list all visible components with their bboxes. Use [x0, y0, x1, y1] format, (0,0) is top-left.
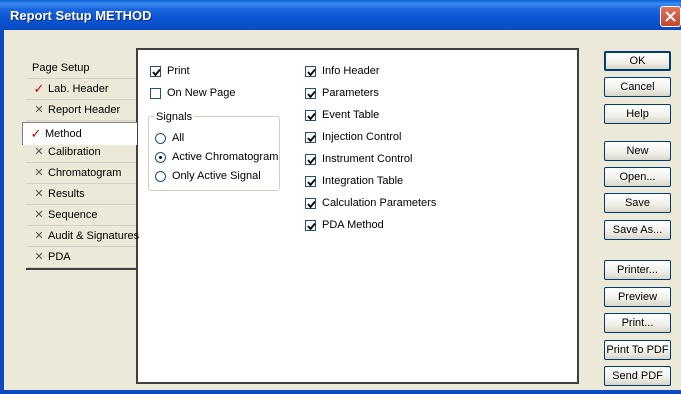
- title-bar[interactable]: Report Setup METHOD: [0, 0, 681, 30]
- on-new-page-label: On New Page: [167, 87, 236, 99]
- checkbox-box: [305, 154, 316, 165]
- checkmark-icon: [307, 68, 316, 77]
- close-icon: [665, 11, 676, 22]
- print-button[interactable]: Print...: [604, 313, 671, 333]
- checkmark-icon: [152, 68, 161, 77]
- checkbox-box: [305, 132, 316, 143]
- checkbox-box: [305, 110, 316, 121]
- print-to-pdf-button[interactable]: Print To PDF: [604, 340, 671, 360]
- tab-label: Lab. Header: [48, 83, 109, 95]
- signals-group-title: Signals: [154, 111, 195, 123]
- check-mark-icon: ✓: [33, 81, 45, 96]
- tab-calibration[interactable]: ✕ Calibration: [26, 142, 136, 163]
- section-label: Info Header: [322, 65, 380, 77]
- tab-audit-signatures[interactable]: ✕ Audit & Signatures: [26, 226, 140, 247]
- tab-sequence[interactable]: ✕ Sequence: [26, 205, 136, 226]
- cross-mark-icon: ✕: [34, 146, 44, 158]
- cross-mark-icon: ✕: [34, 230, 44, 242]
- window-border-bottom: [0, 390, 681, 394]
- radio-circle: [155, 171, 166, 182]
- cross-mark-icon: ✕: [34, 167, 44, 179]
- checkmark-icon: [307, 134, 316, 143]
- cross-mark-icon: ✕: [34, 188, 44, 200]
- tab-label: Audit & Signatures: [48, 230, 140, 242]
- help-button[interactable]: Help: [604, 104, 671, 124]
- printer-button[interactable]: Printer...: [604, 260, 671, 280]
- checkbox-box: [305, 220, 316, 231]
- checkmark-icon: [307, 178, 316, 187]
- window-title: Report Setup METHOD: [10, 8, 152, 23]
- checkmark-icon: [307, 222, 316, 231]
- section-label: PDA Method: [322, 219, 384, 231]
- tab-lab-header[interactable]: ✓ Lab. Header: [26, 79, 136, 100]
- tab-label: Method: [45, 128, 82, 140]
- radio-selected-dot: [159, 156, 162, 159]
- checkbox-box: [150, 88, 161, 99]
- save-as-button[interactable]: Save As...: [604, 220, 671, 240]
- radio-label: All: [172, 132, 185, 144]
- tab-method[interactable]: ✓ Method: [22, 122, 137, 145]
- tab-results[interactable]: ✕ Results: [26, 184, 136, 205]
- section-label: Integration Table: [322, 175, 404, 187]
- preview-button[interactable]: Preview: [604, 287, 671, 307]
- send-pdf-button[interactable]: Send PDF: [604, 366, 671, 386]
- checkbox-box: [305, 88, 316, 99]
- ok-button[interactable]: OK: [604, 51, 671, 71]
- section-label: Parameters: [322, 87, 379, 99]
- checkmark-icon: [307, 112, 316, 121]
- checkmark-icon: [307, 200, 316, 209]
- tab-page-setup[interactable]: Page Setup: [26, 58, 136, 79]
- section-label: Event Table: [322, 109, 380, 121]
- open-button[interactable]: Open...: [604, 167, 671, 187]
- section-label: Instrument Control: [322, 153, 413, 165]
- checkbox-box: [305, 176, 316, 187]
- tab-label: PDA: [48, 251, 71, 263]
- tab-label: Calibration: [48, 146, 101, 158]
- cross-mark-icon: ✕: [34, 209, 44, 221]
- print-label: Print: [167, 65, 190, 77]
- report-setup-dialog: Report Setup METHOD Page Setup ✓ Lab. He…: [0, 0, 681, 394]
- tab-label: Report Header: [48, 104, 121, 116]
- radio-label: Active Chromatogram: [172, 151, 279, 163]
- tab-label: Page Setup: [32, 62, 90, 74]
- checkbox-box: [305, 66, 316, 77]
- checkmark-icon: [307, 156, 316, 165]
- section-label: Injection Control: [322, 131, 402, 143]
- tab-label: Sequence: [48, 209, 98, 221]
- tab-chromatogram[interactable]: ✕ Chromatogram: [26, 163, 136, 184]
- cross-mark-icon: ✕: [34, 251, 44, 263]
- tab-list: Page Setup ✓ Lab. Header ✕ Report Header…: [22, 58, 140, 268]
- new-button[interactable]: New: [604, 141, 671, 161]
- checkbox-box: [150, 66, 161, 77]
- checkmark-icon: [307, 90, 316, 99]
- tab-list-bottom-edge: [26, 268, 137, 270]
- window-border-left: [0, 30, 4, 394]
- close-button[interactable]: [660, 6, 681, 27]
- cross-mark-icon: ✕: [34, 104, 44, 116]
- tab-label: Results: [48, 188, 85, 200]
- tab-pda[interactable]: ✕ PDA: [26, 247, 136, 268]
- tab-report-header[interactable]: ✕ Report Header: [26, 100, 136, 121]
- radio-label: Only Active Signal: [172, 170, 261, 182]
- checkbox-box: [305, 198, 316, 209]
- radio-circle: [155, 152, 166, 163]
- check-mark-icon: ✓: [30, 126, 42, 141]
- radio-circle: [155, 133, 166, 144]
- tab-label: Chromatogram: [48, 167, 122, 179]
- save-button[interactable]: Save: [604, 193, 671, 213]
- cancel-button[interactable]: Cancel: [604, 77, 671, 97]
- section-label: Calculation Parameters: [322, 197, 437, 209]
